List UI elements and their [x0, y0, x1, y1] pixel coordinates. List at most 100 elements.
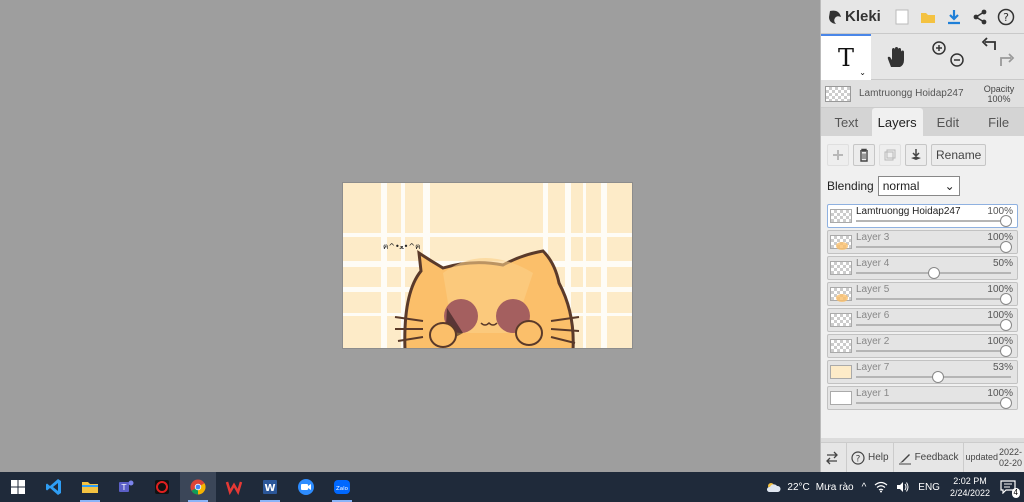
layer-row[interactable]: Layer 5 100% — [827, 282, 1018, 306]
open-file-button[interactable] — [915, 3, 941, 31]
updated-label: updated — [965, 452, 999, 462]
merge-down-button[interactable] — [905, 144, 927, 166]
windows-taskbar: T W Zalo 22°C Mưa rào ^ ENG 2:02 PM 2/24… — [0, 472, 1024, 502]
swap-arrows-icon — [826, 451, 838, 464]
duplicate-icon — [884, 149, 896, 161]
help-circle-icon: ? — [851, 450, 865, 465]
layer-thumbnail — [830, 209, 852, 223]
feedback-link[interactable]: Feedback — [894, 442, 964, 473]
tab-file[interactable]: File — [973, 108, 1024, 136]
clock[interactable]: 2:02 PM 2/24/2022 — [944, 475, 996, 499]
taskbar-chrome[interactable] — [180, 472, 216, 502]
layer-row[interactable]: Layer 3 100% — [827, 230, 1018, 254]
layer-opacity-slider[interactable] — [856, 246, 1011, 248]
layer-thumbnail — [830, 235, 852, 250]
layer-row[interactable]: Layer 1 100% — [827, 386, 1018, 410]
taskbar-teams[interactable]: T — [108, 472, 144, 502]
start-button[interactable] — [0, 472, 36, 502]
layer-list: Lamtruongg Hoidap247 100% Layer 3 100% Layer… — [827, 204, 1018, 410]
blending-select[interactable]: normal ⌄ — [877, 176, 960, 196]
layer-preview-swatch[interactable] — [825, 85, 851, 102]
layer-opacity-slider-handle[interactable] — [1000, 319, 1012, 331]
opacity-readout[interactable]: Opacity 100% — [978, 84, 1020, 104]
updated-info[interactable]: updated 2022-02-20 — [964, 443, 1024, 473]
layer-opacity: 50% — [992, 258, 1013, 269]
layer-opacity-slider[interactable] — [856, 402, 1011, 404]
zoom-in-out-icons[interactable] — [921, 34, 971, 80]
clock-date: 2/24/2022 — [949, 488, 990, 498]
taskbar-zalo[interactable]: Zalo — [324, 472, 360, 502]
download-button[interactable] — [941, 3, 967, 31]
bottom-bar: ? Help Feedback updated 2022-02-20 — [821, 442, 1024, 473]
notification-center-button[interactable]: 4 — [996, 472, 1024, 502]
windows-logo-icon — [11, 480, 25, 494]
rename-layer-button[interactable]: Rename — [931, 144, 987, 166]
vscode-icon — [46, 479, 61, 495]
system-tray: 22°C Mưa rào ^ ENG 2:02 PM 2/24/2022 4 — [761, 472, 1024, 502]
undo-redo-controls — [971, 34, 1021, 80]
layer-opacity-slider[interactable] — [856, 324, 1011, 326]
layer-opacity-slider-handle[interactable] — [932, 371, 945, 383]
network-status[interactable] — [870, 472, 892, 502]
zalo-icon: Zalo — [334, 480, 350, 494]
svg-text:W: W — [264, 483, 275, 494]
weather-widget[interactable]: 22°C Mưa rào — [761, 472, 857, 502]
layer-row[interactable]: Layer 7 53% — [827, 360, 1018, 384]
weather-description: Mưa rào — [815, 481, 854, 493]
taskbar-file-explorer[interactable] — [72, 472, 108, 502]
canvas-artwork — [343, 183, 632, 348]
chrome-icon — [190, 479, 206, 495]
hand-tool-button[interactable] — [871, 34, 921, 80]
layer-opacity-slider-handle[interactable] — [928, 267, 940, 279]
input-language[interactable]: ENG — [914, 472, 944, 502]
layer-name: Layer 6 — [856, 310, 890, 321]
tab-text[interactable]: Text — [821, 108, 872, 136]
swap-panel-button[interactable] — [821, 442, 847, 473]
layer-opacity-slider-handle[interactable] — [1000, 345, 1012, 357]
taskbar-garena[interactable] — [144, 472, 180, 502]
layer-opacity: 53% — [992, 362, 1013, 373]
layer-row[interactable]: Layer 6 100% — [827, 308, 1018, 332]
help-link[interactable]: ? Help — [847, 442, 894, 473]
drawing-canvas[interactable]: ฅ^•ﻌ•^ฅ — [342, 182, 633, 349]
feedback-label: Feedback — [914, 452, 959, 463]
layer-opacity-slider[interactable] — [856, 298, 1011, 300]
tab-edit[interactable]: Edit — [923, 108, 974, 136]
layer-thumbnail — [830, 261, 852, 275]
svg-text:Zalo: Zalo — [336, 486, 349, 492]
layer-row[interactable]: Layer 2 100% — [827, 334, 1018, 358]
taskbar-word[interactable]: W — [252, 472, 288, 502]
layer-row[interactable]: Lamtruongg Hoidap247 100% — [827, 204, 1018, 228]
layer-opacity-slider[interactable] — [856, 220, 1011, 222]
weather-cloud-icon — [767, 483, 781, 492]
chevron-down-icon[interactable]: ⌄ — [859, 68, 866, 77]
layer-opacity-slider[interactable] — [856, 350, 1011, 352]
undo-redo-icons[interactable] — [971, 34, 1021, 80]
layer-opacity-slider-handle[interactable] — [1000, 293, 1012, 305]
panel-tabs: Text Layers Edit File — [821, 108, 1024, 136]
canvas-workspace[interactable]: ฅ^•ﻌ•^ฅ — [0, 0, 820, 472]
help-button[interactable]: ? — [993, 3, 1019, 31]
delete-layer-button[interactable] — [853, 144, 875, 166]
layer-row[interactable]: Layer 4 50% — [827, 256, 1018, 280]
layer-name: Layer 5 — [856, 284, 890, 295]
app-logo[interactable]: Kleki — [827, 8, 881, 25]
layer-opacity-slider-handle[interactable] — [1000, 215, 1012, 227]
add-layer-button[interactable] — [827, 144, 849, 166]
layer-opacity-slider-handle[interactable] — [1000, 241, 1012, 253]
text-tool-button[interactable]: T ⌄ — [821, 34, 871, 80]
tool-row: T ⌄ — [821, 34, 1024, 80]
volume-control[interactable] — [892, 472, 914, 502]
tray-overflow-button[interactable]: ^ — [858, 472, 871, 502]
new-file-button[interactable] — [889, 3, 915, 31]
layer-opacity-slider-handle[interactable] — [1000, 397, 1012, 409]
taskbar-zoom[interactable] — [288, 472, 324, 502]
layer-name: Layer 3 — [856, 232, 890, 243]
share-button[interactable] — [967, 3, 993, 31]
blending-row: Blending normal ⌄ — [827, 174, 1018, 198]
taskbar-wps[interactable] — [216, 472, 252, 502]
tab-layers[interactable]: Layers — [871, 108, 923, 136]
active-layer-name: Lamtruongg Hoidap247 — [859, 88, 964, 99]
taskbar-vscode[interactable] — [36, 472, 72, 502]
duplicate-layer-button[interactable] — [879, 144, 901, 166]
